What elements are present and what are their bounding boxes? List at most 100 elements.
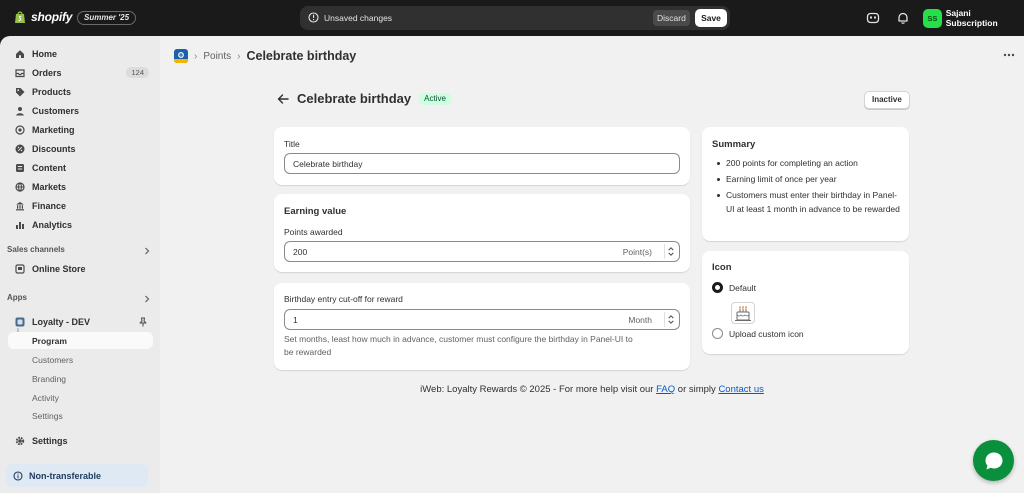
sidebar-subitem-activity[interactable]: Activity (32, 393, 59, 403)
title-input[interactable]: Celebrate birthday (284, 153, 680, 174)
sidebar-item-marketing[interactable]: Marketing (8, 121, 153, 138)
sidebar-item-label: Online Store (32, 263, 86, 274)
points-awarded-input[interactable]: 200 Point(s) (284, 241, 680, 262)
earning-value-card: Earning value Points awarded 200 Point(s… (274, 194, 690, 272)
icon-heading: Icon (712, 262, 732, 273)
target-icon (15, 124, 25, 135)
summary-item: 200 points for completing an action (716, 157, 901, 171)
pin-icon[interactable] (138, 317, 148, 327)
breadcrumb: › Points › Celebrate birthday (174, 49, 356, 63)
non-transferable-label: Non-transferable (29, 470, 102, 481)
sidekick-icon[interactable] (866, 11, 880, 25)
cutoff-help-line: Set months, least how much in advance, c… (284, 334, 633, 344)
summary-list: 200 points for completing an action Earn… (716, 157, 901, 219)
save-button[interactable]: Save (695, 9, 727, 27)
footer-middle-text: or simply (677, 384, 716, 395)
sales-channels-title: Sales channels (7, 245, 65, 254)
earning-value-heading: Earning value (284, 206, 347, 217)
radio-selected[interactable] (712, 282, 723, 293)
breadcrumb-separator: › (237, 50, 241, 62)
breadcrumb-current: Celebrate birthday (246, 49, 357, 63)
sidebar-item-loyalty-app[interactable]: Loyalty - DEV (8, 313, 153, 330)
sidebar-item-home[interactable]: Home (8, 45, 153, 62)
sidebar-item-online-store[interactable]: Online Store (8, 260, 153, 277)
cutoff-help-text: Set months, least how much in advance, c… (284, 333, 679, 359)
birthday-cutoff-card: Birthday entry cut-off for reward 1 Mont… (274, 283, 690, 370)
discard-button[interactable]: Discard (653, 10, 690, 26)
non-transferable-banner[interactable]: Non-transferable (6, 464, 148, 487)
top-bar: shopify Summer '25 Unsaved changes Disca… (0, 0, 1024, 36)
bank-icon (16, 201, 24, 210)
home-icon (16, 49, 24, 58)
sidebar-item-analytics[interactable]: Analytics (8, 216, 153, 233)
set-inactive-button[interactable]: Inactive (864, 91, 910, 109)
orders-count-badge: 124 (126, 67, 149, 78)
sidebar: Home Orders 124 Products Customers Marke… (0, 36, 160, 493)
sidebar-item-content[interactable]: Content (8, 159, 153, 176)
sidebar-item-products[interactable]: Products (8, 83, 153, 100)
shopify-bag-icon (15, 11, 25, 23)
sidebar-subitem-settings[interactable]: Settings (32, 411, 63, 421)
sidebar-item-finance[interactable]: Finance (8, 197, 153, 214)
sidebar-item-settings[interactable]: Settings (8, 432, 153, 449)
icon-option-label: Default (729, 282, 756, 293)
chat-button[interactable] (973, 440, 1014, 481)
bell-icon[interactable] (896, 11, 910, 25)
chevron-right-icon[interactable] (143, 247, 151, 255)
brand-wordmark: shopify (31, 10, 73, 24)
summary-card: Summary 200 points for completing an act… (702, 127, 909, 241)
sidebar-item-discounts[interactable]: Discounts (8, 140, 153, 157)
sidebar-item-label: Customers (32, 105, 80, 116)
cutoff-label: Birthday entry cut-off for reward (284, 294, 403, 304)
faq-link[interactable]: FAQ (656, 384, 675, 395)
sidebar-item-customers[interactable]: Customers (8, 102, 153, 119)
gear-icon (15, 436, 25, 445)
points-awarded-label: Points awarded (284, 227, 343, 237)
discount-icon (15, 144, 25, 153)
sidebar-item-markets[interactable]: Markets (8, 178, 153, 195)
edition-badge[interactable]: Summer '25 (77, 11, 137, 25)
avatar: SS (923, 8, 942, 28)
info-icon (308, 12, 319, 23)
cutoff-value: 1 (293, 315, 298, 325)
sidebar-subitem-program[interactable]: Program (32, 336, 67, 346)
icon-option-default[interactable]: Default (712, 282, 756, 293)
summary-item: Customers must enter their birthday in P… (716, 189, 901, 216)
back-arrow-icon[interactable] (277, 93, 289, 105)
sidebar-item-label: Discounts (32, 143, 76, 154)
cutoff-months-input[interactable]: 1 Month (284, 309, 680, 330)
store-name: Sajani Subscription (945, 8, 998, 28)
sidebar-subitem-customers[interactable]: Customers (32, 355, 73, 365)
footer: iWeb: Loyalty Rewards © 2025 - For more … (160, 384, 1024, 395)
sidebar-item-orders[interactable]: Orders 124 (8, 64, 153, 81)
sidebar-subitem-branding[interactable]: Branding (32, 374, 66, 384)
title-label: Title (284, 139, 300, 149)
app-logo-icon[interactable] (174, 49, 188, 63)
icon-option-custom[interactable]: Upload custom icon (712, 328, 804, 339)
birthday-cake-icon (735, 306, 751, 321)
account-menu[interactable]: SS Sajani Subscription (923, 8, 1024, 28)
sidebar-item-label: Finance (32, 200, 67, 211)
icon-card: Icon Default Upload custom icon (702, 251, 909, 354)
shopify-logo[interactable]: shopify (14, 10, 72, 24)
main-content: › Points › Celebrate birthday Celebrate … (160, 36, 1024, 493)
globe-icon (15, 181, 25, 192)
sidebar-item-label: Loyalty - DEV (32, 316, 91, 327)
more-actions-icon[interactable] (1003, 52, 1015, 58)
contact-us-link[interactable]: Contact us (718, 384, 763, 395)
radio-unselected[interactable] (712, 328, 723, 339)
orders-icon (15, 68, 25, 77)
tag-icon (16, 87, 25, 96)
icon-preview (731, 302, 755, 324)
sidebar-item-label: Marketing (32, 124, 75, 135)
cutoff-help-line: be rewarded (284, 347, 332, 357)
apps-title: Apps (7, 293, 27, 302)
chevron-right-icon[interactable] (143, 295, 151, 303)
sidebar-item-label: Content (32, 162, 66, 173)
number-stepper-icon[interactable] (664, 312, 677, 327)
number-stepper-icon[interactable] (664, 244, 677, 259)
sidebar-item-label: Settings (32, 435, 68, 446)
footer-text: iWeb: Loyalty Rewards © 2025 - For more … (420, 384, 654, 395)
unsaved-message: Unsaved changes (324, 13, 393, 23)
breadcrumb-points-link[interactable]: Points (203, 51, 231, 62)
